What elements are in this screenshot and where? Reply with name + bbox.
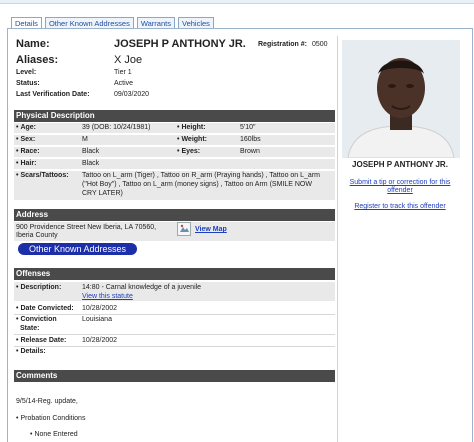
map-icon[interactable] xyxy=(177,222,191,236)
comment-text: 9/5/14-Reg. update, xyxy=(16,398,78,405)
release-date-label: Release Date: xyxy=(16,337,66,344)
probation-conditions-label: Probation Conditions xyxy=(16,415,85,422)
hair-row xyxy=(14,159,335,170)
conviction-state-value: Louisiana xyxy=(82,316,112,323)
divider xyxy=(14,334,335,335)
address-line-2: Iberia County xyxy=(16,232,58,239)
age-value: 39 (DOB: 10/24/1981) xyxy=(82,124,151,131)
status-value: Active xyxy=(114,80,134,87)
verification-label: Last Verification Date: xyxy=(16,91,90,98)
race-row xyxy=(14,147,335,158)
hair-value: Black xyxy=(82,160,100,167)
scars-line-2: ("Hot Boy") , Tattoo on L_arm (money sig… xyxy=(82,181,312,188)
registration-number: 0500 xyxy=(312,41,328,48)
age-row xyxy=(14,123,335,134)
other-known-addresses-button[interactable]: Other Known Addresses xyxy=(18,243,137,255)
description-value: 14:80 - Carnal knowledge of a juvenile xyxy=(82,284,202,291)
race-value: Black xyxy=(82,148,100,155)
offender-name: JOSEPH P ANTHONY JR. xyxy=(114,38,246,50)
eyes-label: Eyes: xyxy=(177,148,200,155)
weight-label: Weight: xyxy=(177,136,207,143)
height-label: Height: xyxy=(177,124,205,131)
description-label: Description: xyxy=(16,284,61,291)
age-label: Age: xyxy=(16,124,36,131)
conviction-state-label: Conviction xyxy=(16,316,56,323)
address-line-1: 900 Providence Street New Iberia, LA 705… xyxy=(16,224,157,231)
date-convicted-label: Date Convicted: xyxy=(16,305,73,312)
aliases-label: Aliases: xyxy=(16,54,59,66)
registration-label: Registration #: xyxy=(258,41,308,48)
scars-line-1: Tattoo on L_arm (Tiger) , Tattoo on R_ar… xyxy=(82,172,320,179)
sex-label: Sex: xyxy=(16,136,35,143)
address-header: Address xyxy=(14,209,335,221)
sex-row xyxy=(14,135,335,146)
conviction-state-label-2: State: xyxy=(20,325,40,332)
divider xyxy=(14,346,335,347)
top-border xyxy=(0,0,474,4)
scars-label: Scars/Tattoos: xyxy=(16,172,68,179)
scars-line-3: CRY LATER) xyxy=(82,190,123,197)
verification-date: 09/03/2020 xyxy=(114,91,150,98)
probation-none-entered: None Entered xyxy=(30,431,77,438)
sex-value: M xyxy=(82,136,88,143)
height-value: 5'10" xyxy=(240,124,256,131)
status-label: Status: xyxy=(16,80,40,87)
comments-header: Comments xyxy=(14,370,335,382)
view-statute-link[interactable]: View this statute xyxy=(82,293,133,300)
sidebar-offender-name: JOSEPH P ANTHONY JR. xyxy=(352,160,448,169)
offender-photo xyxy=(342,40,460,158)
eyes-value: Brown xyxy=(240,148,260,155)
race-label: Race: xyxy=(16,148,39,155)
physical-description-header: Physical Description xyxy=(14,110,335,122)
release-date-value: 10/28/2002 xyxy=(82,337,118,344)
submit-tip-link[interactable]: Submit a tip or correction for this xyxy=(337,179,463,186)
level-value: Tier 1 xyxy=(114,69,132,76)
register-track-link[interactable]: Register to track this offender xyxy=(337,203,463,210)
aliases-value: X Joe xyxy=(114,54,143,66)
hair-label: Hair: xyxy=(16,160,36,167)
submit-tip-link-2[interactable]: offender xyxy=(337,187,463,194)
view-map-link[interactable]: View Map xyxy=(195,226,227,233)
level-label: Level: xyxy=(16,69,37,76)
date-convicted-value: 10/28/2002 xyxy=(82,305,118,312)
details-label: Details: xyxy=(16,348,45,355)
divider xyxy=(14,314,335,315)
offenses-header: Offenses xyxy=(14,268,335,280)
name-label: Name: xyxy=(16,38,50,50)
weight-value: 160lbs xyxy=(240,136,261,143)
